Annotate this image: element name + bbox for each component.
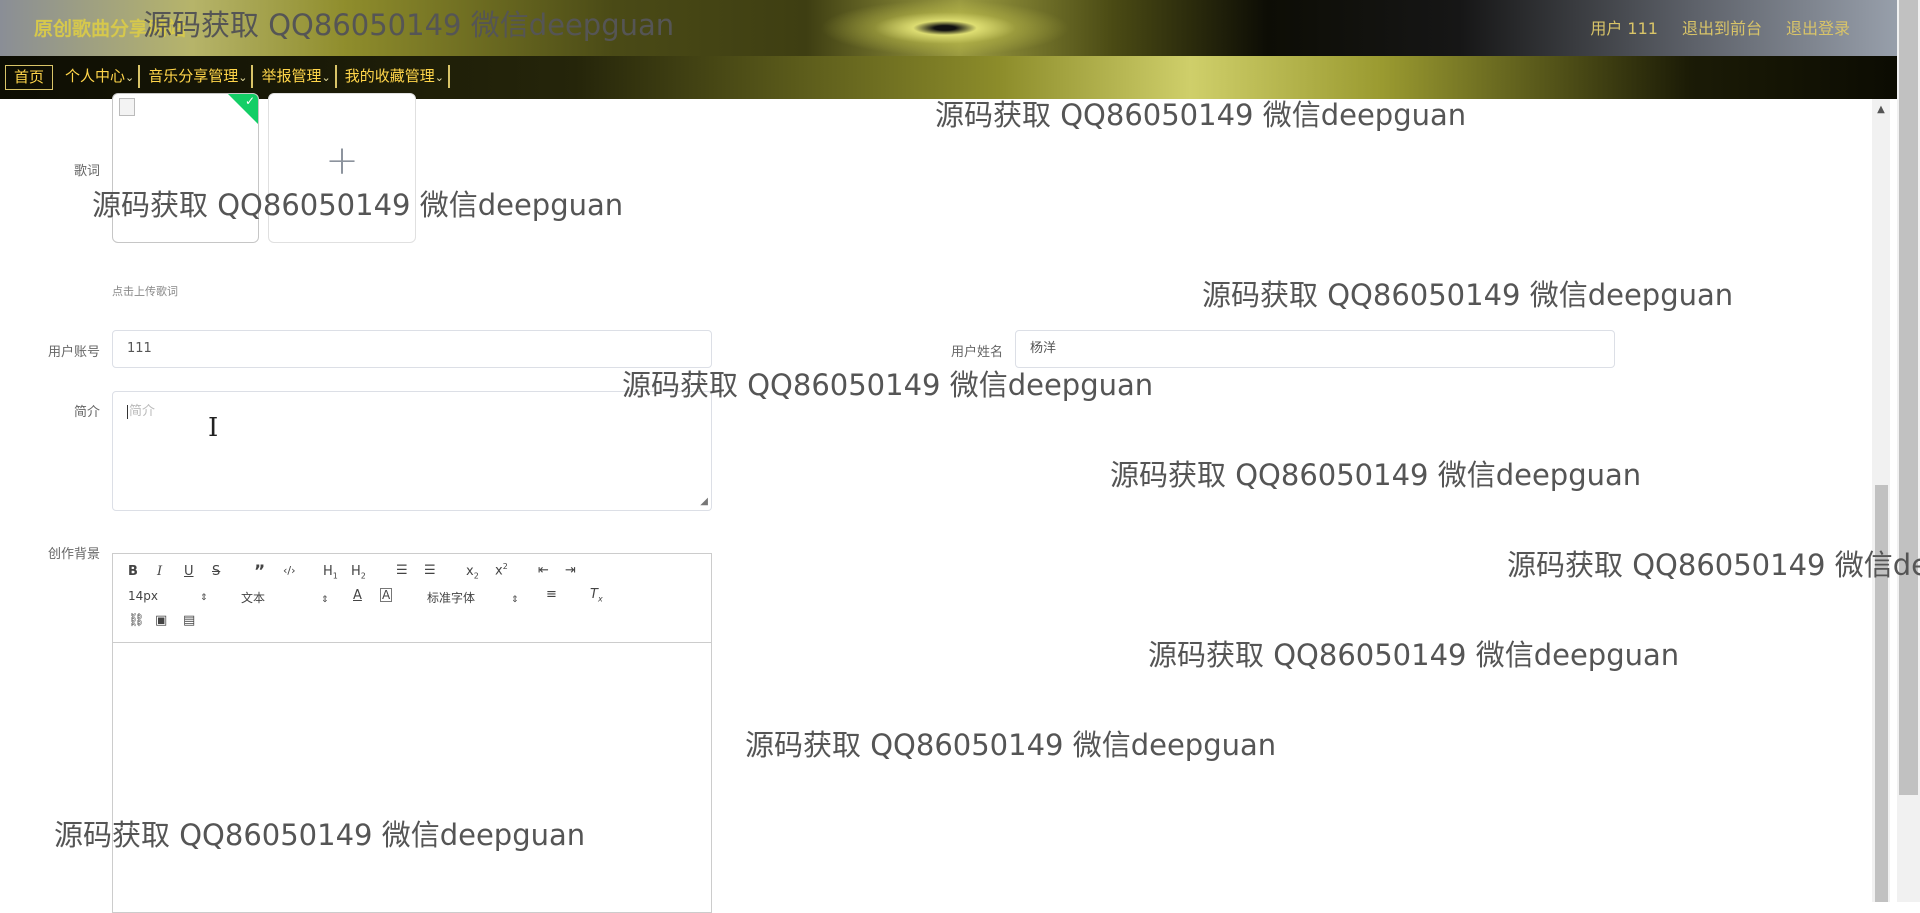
intro-textarea[interactable]: 简介 ◢ [112, 391, 712, 511]
background-label: 创作背景 [47, 547, 100, 562]
nav-item-personal-center[interactable]: 个人中心⌄ [61, 65, 141, 88]
account-input[interactable]: 111 [112, 330, 712, 368]
content-scroll-thumb[interactable] [1875, 485, 1888, 902]
align-icon[interactable]: ≡ [546, 587, 557, 602]
page-scroll-thumb[interactable] [1899, 0, 1918, 795]
superscript-icon[interactable]: x2 [495, 562, 508, 578]
chevron-updown-icon: ⇕ [321, 595, 329, 605]
heading1-icon[interactable]: H1 [323, 564, 338, 581]
font-size-select[interactable]: 14px ⇕ [128, 589, 208, 603]
nav-item-label: 我的收藏管理 [344, 67, 435, 85]
code-icon[interactable]: ‹/› [283, 564, 296, 577]
bullet-list-icon[interactable]: ☰ [424, 563, 436, 578]
watermark: 源码获取 QQ86050149 微信deepguan [745, 728, 1277, 762]
nav-item-report[interactable]: 举报管理⌄ [257, 65, 337, 88]
watermark: 源码获取 QQ86050149 微信deepguan [1148, 638, 1680, 672]
logout-link[interactable]: 退出登录 [1786, 15, 1850, 39]
rich-text-editor: B I U S ” ‹/› H1 H2 ☰ ☰ x2 x2 ⇤ ⇥ 14px ⇕ … [112, 553, 712, 913]
nav-item-favorites[interactable]: 我的收藏管理⌄ [341, 65, 450, 88]
resize-handle-icon[interactable]: ◢ [700, 496, 708, 507]
chevron-updown-icon: ⇕ [511, 595, 519, 605]
font-family-value: 标准字体 [427, 591, 476, 605]
upload-button[interactable]: + [268, 93, 416, 243]
text-caret [127, 404, 128, 419]
intro-placeholder: 简介 [129, 404, 156, 419]
clear-format-icon[interactable]: Tx [590, 587, 603, 604]
editor-content[interactable] [113, 643, 711, 913]
italic-icon[interactable]: I [157, 564, 162, 579]
header-links: 用户 111 退出到前台 退出登录 [1566, 15, 1850, 39]
chevron-updown-icon: ⇕ [200, 593, 208, 603]
background-color-icon[interactable]: A [380, 588, 393, 602]
uploaded-file-card[interactable]: ✓ [112, 93, 259, 243]
site-title: 原创歌曲分享网站 [34, 18, 187, 40]
image-icon[interactable]: ▣ [155, 613, 167, 628]
nav-item-label: 音乐分享管理 [148, 67, 239, 85]
watermark: 源码获取 QQ86050149 微信deepguan [1202, 278, 1734, 312]
nav-item-label: 首页 [14, 68, 45, 86]
plus-icon: + [325, 138, 359, 184]
nav-item-music-share[interactable]: 音乐分享管理⌄ [144, 65, 254, 88]
watermark: 源码获取 QQ86050149 微信deepguan [1507, 548, 1920, 582]
top-header: 原创歌曲分享网站 用户 111 退出到前台 退出登录 [0, 0, 1920, 56]
scroll-up-icon[interactable]: ▲ [1872, 99, 1890, 121]
nav-item-home[interactable]: 首页 [5, 65, 54, 90]
chevron-down-icon: ⌄ [238, 71, 248, 84]
chevron-down-icon: ⌄ [321, 71, 331, 84]
font-size-value: 14px [128, 589, 158, 603]
outdent-icon[interactable]: ⇤ [538, 563, 549, 578]
check-icon: ✓ [244, 94, 255, 108]
font-color-icon[interactable]: A [353, 588, 362, 603]
underline-icon[interactable]: U [184, 564, 194, 579]
blockquote-icon[interactable]: ” [254, 562, 265, 582]
chevron-down-icon: ⌄ [434, 71, 444, 84]
bold-icon[interactable]: B [128, 564, 138, 579]
subscript-icon[interactable]: x2 [466, 564, 479, 581]
watermark: 源码获取 QQ86050149 微信deepguan [1110, 458, 1642, 492]
ibeam-cursor-icon: I [208, 413, 219, 443]
name-label: 用户姓名 [950, 345, 1003, 360]
heading2-icon[interactable]: H2 [351, 564, 366, 581]
font-family-select[interactable]: 标准字体 ⇕ [427, 589, 519, 606]
chevron-down-icon: ⌄ [125, 71, 135, 84]
broken-image-icon [119, 98, 135, 116]
indent-icon[interactable]: ⇥ [565, 563, 576, 578]
ordered-list-icon[interactable]: ☰ [396, 563, 408, 578]
name-input[interactable]: 杨洋 [1015, 330, 1615, 368]
exit-to-frontend-link[interactable]: 退出到前台 [1682, 15, 1762, 39]
nav-item-label: 举报管理 [261, 67, 322, 85]
user-link[interactable]: 用户 111 [1590, 15, 1658, 39]
account-label: 用户账号 [47, 345, 100, 360]
link-icon[interactable]: ⛓ [128, 613, 145, 628]
intro-label: 简介 [73, 405, 100, 420]
nav-item-label: 个人中心 [65, 67, 126, 85]
upload-tip: 点击上传歌词 [112, 285, 178, 298]
text-type-select[interactable]: 文本 ⇕ [241, 589, 329, 606]
editor-toolbar: B I U S ” ‹/› H1 H2 ☰ ☰ x2 x2 ⇤ ⇥ 14px ⇕ … [113, 554, 711, 643]
strike-icon[interactable]: S [212, 564, 220, 579]
lyrics-label: 歌词 [73, 164, 100, 179]
text-type-value: 文本 [241, 591, 266, 605]
video-icon[interactable]: ▤ [183, 613, 195, 628]
